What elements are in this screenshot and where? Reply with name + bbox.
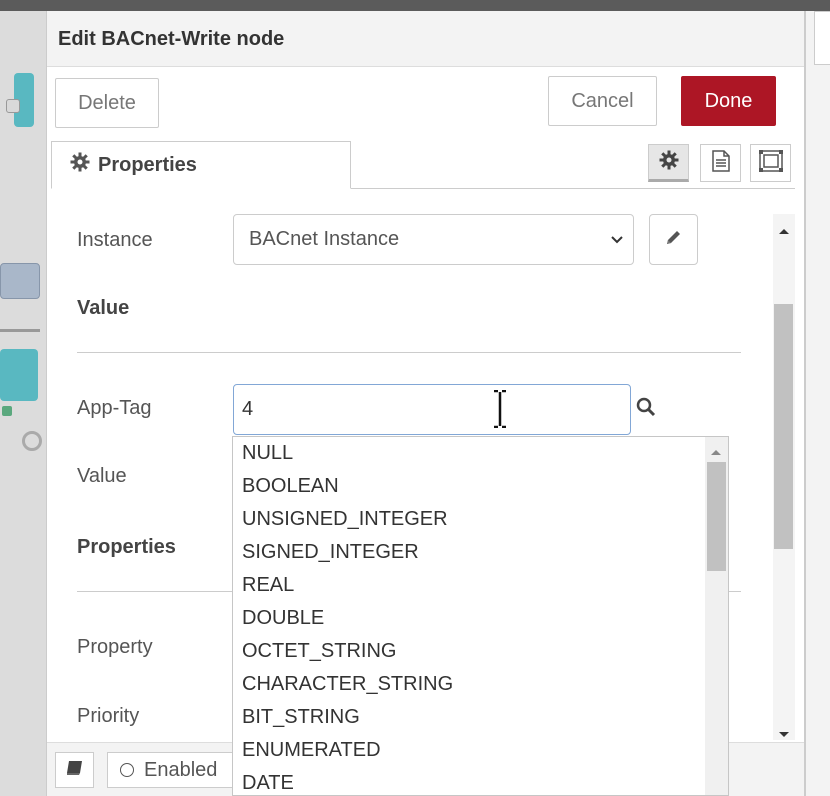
pencil-icon bbox=[665, 228, 683, 251]
node-status-ring bbox=[22, 431, 42, 451]
scrollbar-thumb[interactable] bbox=[774, 304, 793, 549]
delete-button[interactable]: Delete bbox=[55, 78, 159, 128]
scroll-up-arrow-icon[interactable] bbox=[778, 222, 790, 240]
apptag-option[interactable]: CHARACTER_STRING bbox=[233, 668, 705, 701]
apptag-label: App-Tag bbox=[77, 397, 152, 419]
sidebar-tab[interactable] bbox=[814, 11, 830, 65]
apptag-option[interactable]: BOOLEAN bbox=[233, 470, 705, 503]
node-status-dot bbox=[2, 406, 12, 416]
tab-settings[interactable] bbox=[648, 144, 689, 182]
chevron-down-icon bbox=[609, 230, 625, 256]
apptag-option[interactable]: UNSIGNED_INTEGER bbox=[233, 503, 705, 536]
apptag-dropdown: NULL BOOLEAN UNSIGNED_INTEGER SIGNED_INT… bbox=[232, 436, 729, 796]
apptag-input[interactable]: 4 bbox=[233, 384, 631, 435]
apptag-option[interactable]: SIGNED_INTEGER bbox=[233, 536, 705, 569]
cancel-button[interactable]: Cancel bbox=[548, 76, 657, 126]
value-label: Value bbox=[77, 465, 127, 487]
apptag-options-list: NULL BOOLEAN UNSIGNED_INTEGER SIGNED_INT… bbox=[233, 437, 705, 795]
apptag-option[interactable]: DATE bbox=[233, 767, 705, 795]
tab-description[interactable] bbox=[700, 144, 741, 182]
priority-label: Priority bbox=[77, 705, 140, 727]
apptag-input-value: 4 bbox=[242, 398, 254, 420]
sidebar-panel bbox=[805, 11, 830, 796]
instance-label: Instance bbox=[77, 229, 153, 251]
property-label: Property bbox=[77, 636, 153, 658]
divider bbox=[77, 352, 741, 353]
scroll-up-arrow-icon[interactable] bbox=[710, 443, 722, 461]
node-appearance-icon bbox=[758, 149, 783, 177]
apptag-option[interactable]: OCTET_STRING bbox=[233, 635, 705, 668]
text-cursor-icon bbox=[493, 389, 507, 433]
properties-section-heading: Properties bbox=[77, 536, 176, 558]
value-section-heading: Value bbox=[77, 297, 130, 319]
circle-icon bbox=[120, 763, 134, 777]
dropdown-scrollbar[interactable] bbox=[705, 437, 728, 795]
apptag-option[interactable]: BIT_STRING bbox=[233, 701, 705, 734]
tab-appearance[interactable] bbox=[750, 144, 791, 182]
gear-icon bbox=[659, 150, 679, 175]
search-icon[interactable] bbox=[636, 397, 656, 422]
flow-node[interactable] bbox=[0, 349, 38, 401]
enabled-toggle[interactable]: Enabled bbox=[107, 752, 237, 788]
edit-instance-button[interactable] bbox=[649, 214, 698, 265]
enabled-label: Enabled bbox=[144, 758, 218, 781]
book-icon bbox=[66, 760, 84, 781]
flow-node[interactable] bbox=[0, 263, 40, 299]
tray-header: Edit BACnet-Write node bbox=[47, 11, 804, 67]
gear-icon bbox=[70, 152, 90, 178]
apptag-option[interactable]: REAL bbox=[233, 569, 705, 602]
tray-title: Edit BACnet-Write node bbox=[58, 28, 285, 50]
flow-wire bbox=[0, 329, 40, 332]
tray-scrollbar[interactable] bbox=[773, 214, 795, 740]
apptag-option[interactable]: ENUMERATED bbox=[233, 734, 705, 767]
apptag-option[interactable]: DOUBLE bbox=[233, 602, 705, 635]
editor-header-bar bbox=[0, 0, 830, 11]
done-button[interactable]: Done bbox=[681, 76, 776, 126]
tab-bar: Properties bbox=[51, 141, 795, 189]
file-text-icon bbox=[711, 149, 730, 177]
scrollbar-thumb[interactable] bbox=[707, 462, 726, 571]
instance-select[interactable]: BACnet Instance bbox=[233, 214, 634, 265]
tab-properties[interactable]: Properties bbox=[51, 141, 351, 189]
apptag-option[interactable]: NULL bbox=[233, 437, 705, 470]
flow-canvas[interactable] bbox=[0, 11, 46, 796]
instance-select-value: BACnet Instance bbox=[249, 228, 400, 250]
node-port[interactable] bbox=[6, 99, 20, 113]
node-help-button[interactable] bbox=[55, 752, 94, 788]
tab-properties-label: Properties bbox=[98, 153, 197, 176]
